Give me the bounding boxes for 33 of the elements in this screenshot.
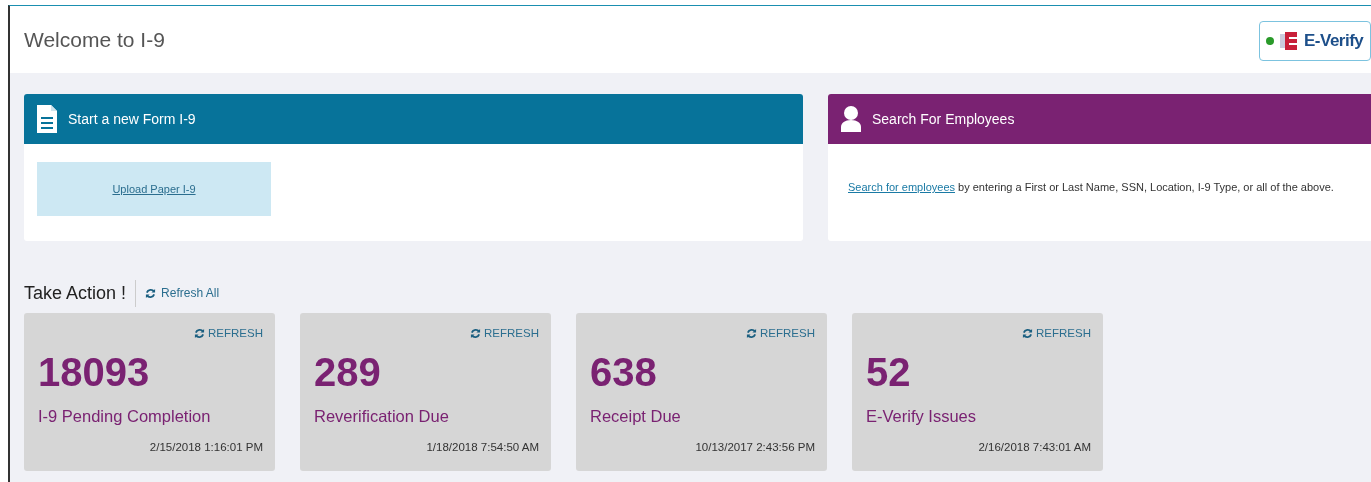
- person-icon: [840, 105, 862, 133]
- tile-label: I-9 Pending Completion: [38, 406, 212, 428]
- refresh-link[interactable]: REFRESH: [746, 325, 815, 343]
- tile-label: Receipt Due: [590, 406, 682, 428]
- tile-count: 18093: [38, 352, 151, 393]
- section-title: Take Action !: [24, 279, 137, 307]
- tile-count: 638: [590, 352, 658, 393]
- panel-title: Start a new Form I-9: [68, 109, 196, 129]
- tile-count: 289: [314, 352, 382, 393]
- tile-timestamp: 10/13/2017 2:43:56 PM: [695, 440, 815, 455]
- refresh-link[interactable]: REFRESH: [470, 325, 539, 343]
- tile-timestamp: 2/16/2018 7:43:01 AM: [978, 440, 1091, 455]
- refresh-icon: [145, 287, 157, 299]
- tile-timestamp: 2/15/2018 1:16:01 PM: [149, 440, 263, 455]
- tile-count: 52: [866, 352, 912, 393]
- refresh-icon: [1022, 328, 1034, 340]
- tile-timestamp: 1/18/2018 7:54:50 AM: [426, 440, 539, 455]
- panel-title: Search For Employees: [872, 109, 1015, 129]
- refresh-link[interactable]: REFRESH: [194, 325, 263, 343]
- flag-logo-icon: [1280, 29, 1298, 52]
- document-icon: [36, 104, 58, 134]
- page-title: Welcome to I-9: [24, 26, 165, 53]
- refresh-all-link[interactable]: Refresh All: [145, 284, 220, 302]
- upload-button[interactable]: Upload Paper I-9: [37, 162, 271, 216]
- search-link[interactable]: Search for employees: [848, 181, 955, 193]
- search-description: Search for employees by entering a First or Last Name, SSN, Location, I-9 Type, or all of the above.: [848, 180, 1335, 195]
- refresh-icon: [470, 328, 482, 340]
- refresh-link[interactable]: REFRESH: [1022, 325, 1091, 343]
- refresh-icon: [746, 328, 758, 340]
- e-verify-label: E-Verify: [1304, 29, 1364, 52]
- tile-label: Reverification Due: [314, 406, 450, 428]
- tile-label: E-Verify Issues: [866, 406, 978, 428]
- refresh-icon: [194, 328, 206, 340]
